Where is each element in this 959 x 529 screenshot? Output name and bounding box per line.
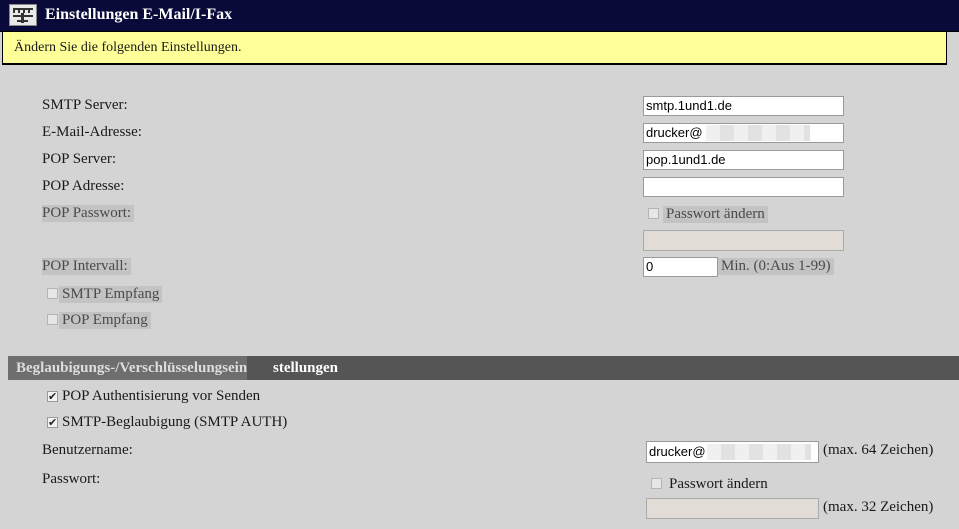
- pop-address-input[interactable]: [643, 177, 844, 197]
- password-hint: (max. 32 Zeichen): [823, 499, 934, 515]
- pop-before-smtp-checkbox[interactable]: ✔: [47, 391, 58, 402]
- smtp-auth-label: SMTP-Beglaubigung (SMTP AUTH): [62, 414, 288, 430]
- title-bar: Einstellungen E-Mail/I-Fax: [0, 0, 959, 32]
- pop-interval-input[interactable]: 0: [643, 257, 718, 277]
- pop-receive-checkbox[interactable]: [47, 314, 58, 325]
- email-address-input[interactable]: drucker@: [643, 123, 844, 143]
- pop-password-change-checkbox[interactable]: [648, 208, 659, 219]
- redacted-area: [706, 125, 810, 141]
- smtp-server-input[interactable]: smtp.1und1.de: [643, 96, 844, 116]
- smtp-receive-label: SMTP Empfang: [59, 286, 163, 303]
- password-label: Passwort:: [42, 471, 101, 487]
- password-input[interactable]: [646, 498, 819, 519]
- fax-icon: [9, 4, 37, 26]
- pop-password-input[interactable]: [643, 230, 844, 251]
- pop-before-smtp-label: POP Authentisierung vor Senden: [62, 388, 261, 404]
- username-label: Benutzername:: [42, 442, 133, 458]
- auth-section-title-part1: Beglaubigungs-/Verschlüsselungsein: [8, 356, 248, 380]
- email-address-label: E-Mail-Adresse:: [42, 124, 142, 140]
- username-hint: (max. 64 Zeichen): [823, 442, 934, 458]
- smtp-auth-checkbox[interactable]: ✔: [47, 417, 58, 428]
- auth-section-title-part2: stellungen: [273, 360, 339, 376]
- auth-section-header: Beglaubigungs-/Verschlüsselungsein stell…: [8, 356, 959, 380]
- username-input[interactable]: drucker@: [646, 441, 819, 463]
- pop-password-change-label: Passwort ändern: [663, 206, 768, 223]
- password-change-checkbox[interactable]: [651, 478, 662, 489]
- redacted-area: [707, 444, 811, 460]
- password-change-label: Passwort ändern: [669, 476, 768, 492]
- smtp-receive-checkbox[interactable]: [47, 288, 58, 299]
- pop-address-label: POP Adresse:: [42, 178, 125, 194]
- pop-receive-label: POP Empfang: [59, 312, 151, 329]
- notice-text: Ändern Sie die folgenden Einstellungen.: [14, 40, 242, 55]
- page-title: Einstellungen E-Mail/I-Fax: [45, 6, 233, 23]
- pop-server-input[interactable]: pop.1und1.de: [643, 150, 844, 170]
- pop-server-label: POP Server:: [42, 151, 117, 167]
- notice-banner: Ändern Sie die folgenden Einstellungen.: [2, 31, 947, 65]
- pop-interval-label: POP Intervall:: [42, 258, 131, 275]
- smtp-server-label: SMTP Server:: [42, 97, 128, 113]
- pop-interval-unit: Min. (0:Aus 1-99): [718, 258, 834, 275]
- pop-password-label: POP Passwort:: [42, 205, 135, 222]
